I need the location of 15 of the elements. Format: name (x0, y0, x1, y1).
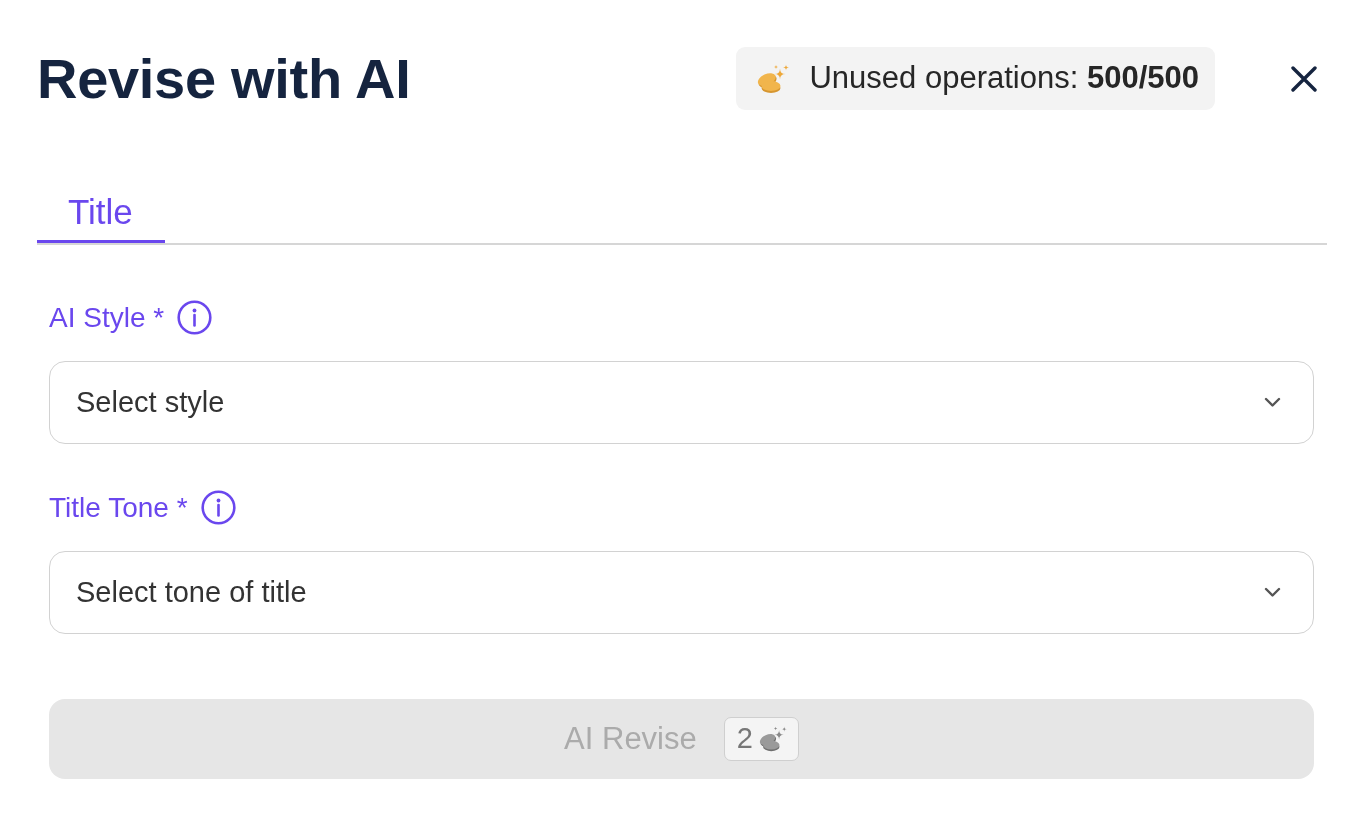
chevron-down-icon (1264, 587, 1281, 598)
field-label: Title Tone * (49, 490, 188, 525)
select-field[interactable]: Select style (49, 361, 1314, 444)
operations-text: Unused operations: 500/500 (809, 59, 1199, 98)
field-label: AI Style * (49, 300, 165, 335)
cost-count: 2 (736, 721, 753, 757)
dialog-title: Revise with AI (37, 47, 411, 110)
coins-sparkle-icon (756, 63, 791, 94)
chevron-down-icon (1264, 397, 1281, 408)
select-field[interactable]: Select tone of title (49, 551, 1314, 634)
coins-sparkle-icon (757, 726, 788, 752)
close-icon[interactable] (1291, 65, 1317, 92)
info-icon[interactable] (177, 300, 213, 335)
tab[interactable]: Title (37, 185, 165, 243)
info-icon[interactable] (200, 490, 236, 525)
